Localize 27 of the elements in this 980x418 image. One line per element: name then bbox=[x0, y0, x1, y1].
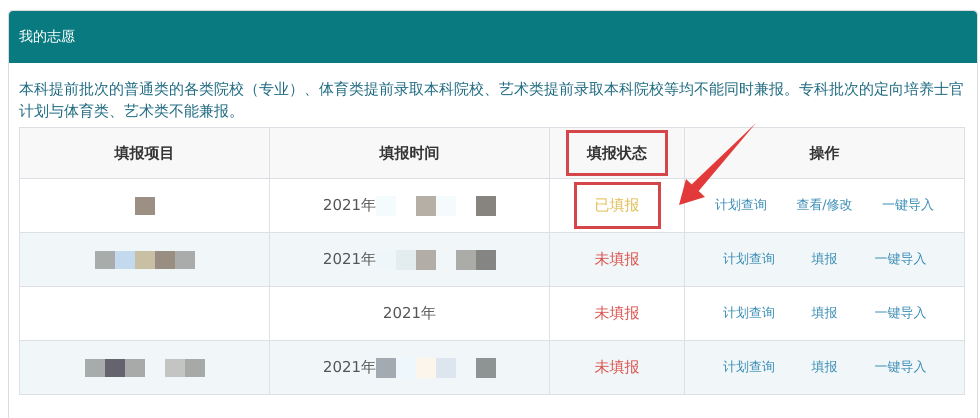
action-link[interactable]: 一键导入 bbox=[874, 358, 926, 378]
action-link[interactable]: 填报 bbox=[812, 358, 838, 378]
status-text: 未填报 bbox=[594, 250, 640, 268]
action-link[interactable]: 计划查询 bbox=[722, 250, 775, 270]
action-link[interactable]: 计划查询 bbox=[722, 358, 775, 378]
highlighted-column-header: 填报状态 bbox=[566, 130, 668, 176]
column-header: 填报项目 bbox=[114, 144, 174, 162]
notice-text: 本科提前批次的普通类的各类院校（专业）、体育类提前录取本科院校、艺术类提前录取本科院校等均不能同时兼报。专科批次的定向培养士官计划与体育类、艺术类不能兼报。 bbox=[18, 80, 965, 122]
date-text: 2021年 bbox=[382, 304, 436, 322]
highlighted-status-text: 已填报 bbox=[574, 182, 660, 229]
action-link[interactable]: 填报 bbox=[812, 304, 838, 324]
action-link[interactable]: 填报 bbox=[812, 250, 838, 270]
status-text: 未填报 bbox=[594, 358, 640, 376]
date-text: 2021年 bbox=[322, 358, 376, 376]
column-header: 填报时间 bbox=[380, 144, 440, 162]
action-link[interactable]: 一键导入 bbox=[874, 250, 926, 270]
column-header: 操作 bbox=[810, 144, 840, 162]
redaction-mosaic bbox=[134, 197, 154, 216]
action-link[interactable]: 查看/修改 bbox=[796, 196, 853, 216]
action-link[interactable]: 一键导入 bbox=[874, 304, 926, 324]
action-link[interactable]: 计划查询 bbox=[715, 196, 768, 216]
date-text: 2021年 bbox=[322, 250, 376, 268]
panel-title: 我的志愿 bbox=[19, 28, 75, 46]
action-link[interactable]: 一键导入 bbox=[882, 196, 934, 216]
status-text: 未填报 bbox=[594, 304, 640, 322]
date-text: 2021年 bbox=[322, 196, 376, 214]
action-link[interactable]: 计划查询 bbox=[722, 304, 775, 324]
